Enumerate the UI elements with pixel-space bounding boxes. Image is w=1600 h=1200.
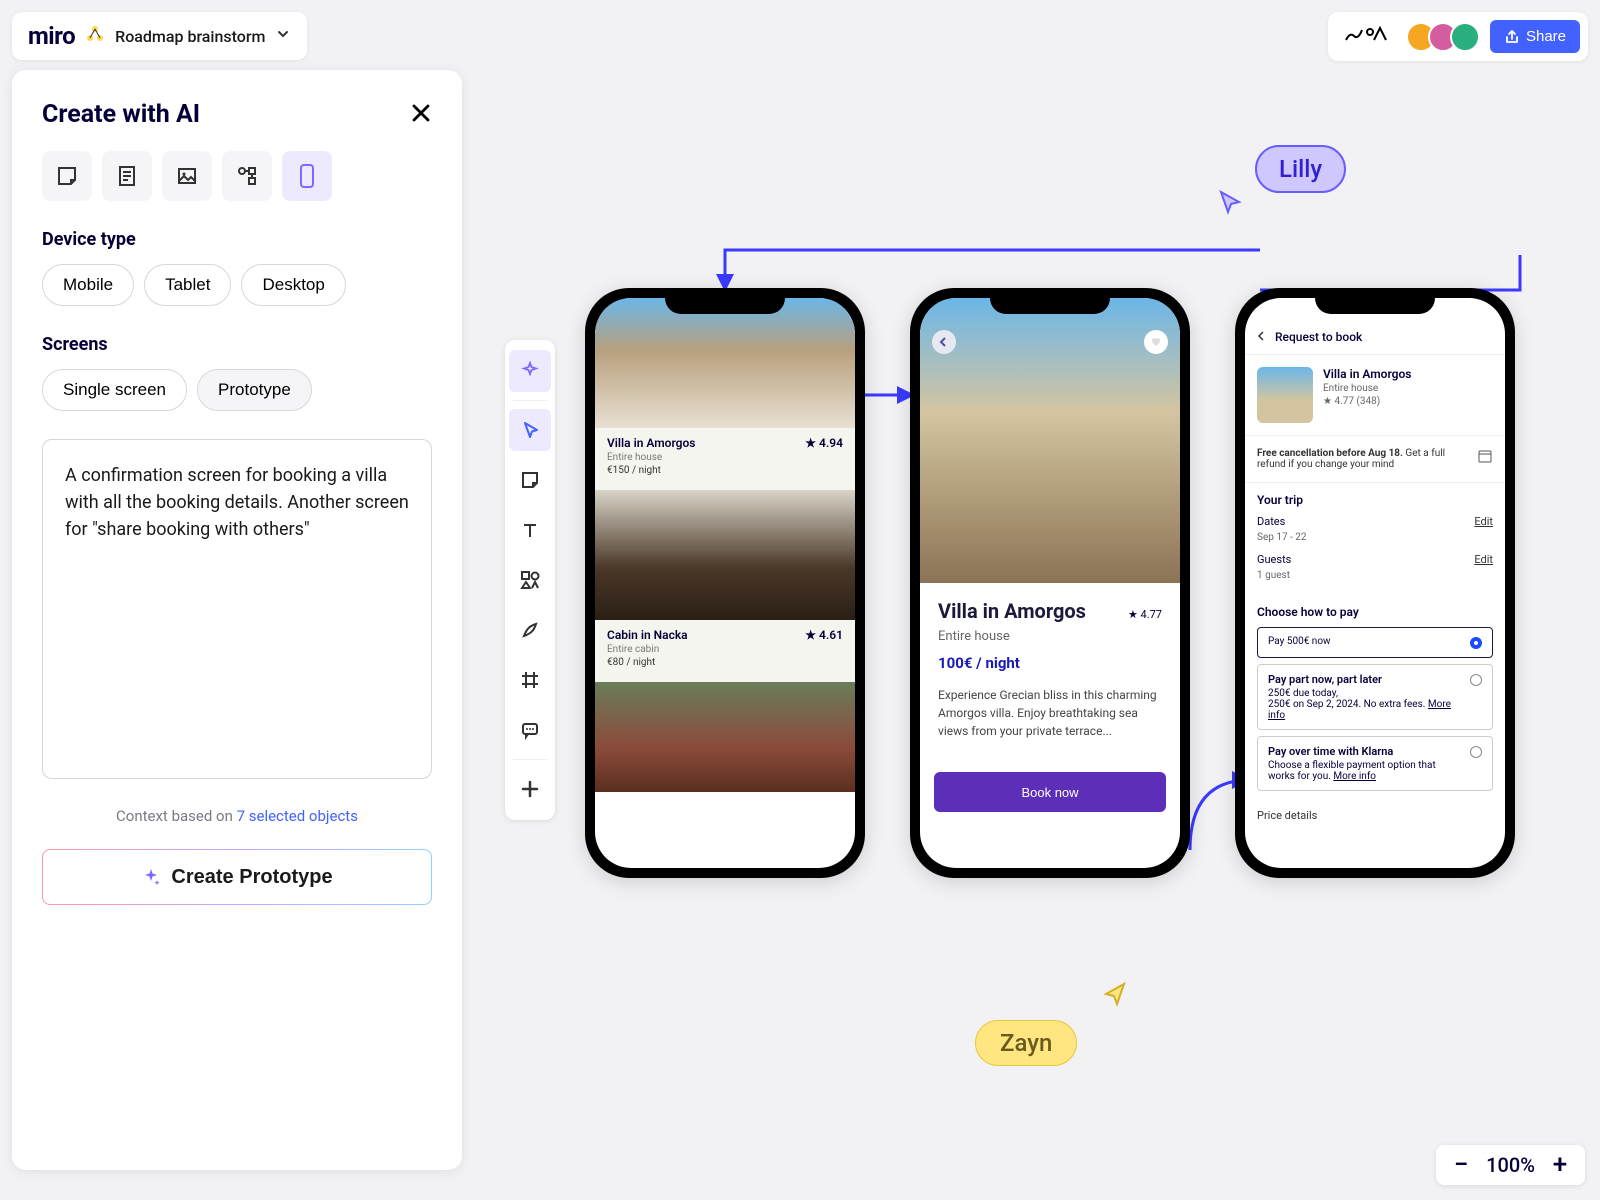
summary-rating: ★ 4.77 (348) [1323, 396, 1411, 407]
detail-hero-image [920, 298, 1180, 583]
avatar [1450, 22, 1480, 52]
share-label: Share [1526, 28, 1566, 45]
summary-subtitle: Entire house [1323, 383, 1411, 394]
miro-logo: miro [28, 22, 75, 50]
reactions-button[interactable] [1336, 18, 1396, 55]
pay-option-full[interactable]: Pay 500€ now [1257, 627, 1493, 658]
collaborator-tag-lilly: Lilly [1255, 145, 1346, 193]
canvas-toolbar [505, 340, 555, 820]
calendar-icon [1477, 448, 1493, 470]
back-icon[interactable] [932, 330, 956, 354]
diagram-tool[interactable] [222, 151, 272, 201]
shapes-tool[interactable] [509, 559, 551, 601]
board-title[interactable]: Roadmap brainstorm [115, 27, 265, 46]
sticky-note-tool[interactable] [42, 151, 92, 201]
pay-option-split[interactable]: Pay part now, part later250€ due today,2… [1257, 664, 1493, 730]
radio-icon [1470, 746, 1482, 758]
summary-title: Villa in Amorgos [1323, 367, 1411, 381]
radio-icon [1470, 637, 1482, 649]
listing-title: Cabin in Nacka [607, 628, 688, 642]
detail-title: Villa in Amorgos [938, 599, 1086, 623]
listing-image [595, 298, 855, 428]
image-tool[interactable] [162, 151, 212, 201]
zoom-out-button[interactable]: − [1450, 1155, 1472, 1175]
ai-panel: Create with AI Device type Mobile Tablet… [12, 70, 462, 1170]
text-tool[interactable] [509, 509, 551, 551]
document-tool[interactable] [102, 151, 152, 201]
prototype-tool[interactable] [282, 151, 332, 201]
listing-title: Villa in Amorgos [607, 436, 695, 450]
listing-subtitle: Entire house [607, 452, 843, 463]
device-mobile-pill[interactable]: Mobile [42, 264, 134, 306]
guests-value: 1 guest [1257, 570, 1493, 581]
header-right: Share [1328, 12, 1588, 61]
price-details-label: Price details [1245, 801, 1505, 822]
context-link[interactable]: 7 selected objects [237, 807, 358, 825]
summary-thumb [1257, 367, 1313, 423]
phone-frame-detail[interactable]: Villa in Amorgos ★ 4.77 Entire house 100… [910, 288, 1190, 878]
edit-guests-link[interactable]: Edit [1474, 553, 1493, 566]
select-tool[interactable] [509, 409, 551, 451]
listing-image [595, 490, 855, 620]
share-button[interactable]: Share [1490, 20, 1580, 53]
detail-rating: ★ 4.77 [1128, 608, 1162, 621]
zoom-level[interactable]: 100% [1486, 1153, 1535, 1177]
listing-rating: ★ 4.94 [805, 436, 843, 450]
panel-title: Create with AI [42, 100, 200, 129]
dates-label: Dates [1257, 515, 1285, 528]
choose-pay-label: Choose how to pay [1257, 605, 1493, 619]
context-text: Context based on 7 selected objects [42, 807, 432, 825]
dates-value: Sep 17 - 22 [1257, 532, 1493, 543]
create-prototype-label: Create Prototype [171, 866, 332, 889]
screens-prototype-pill[interactable]: Prototype [197, 369, 312, 411]
cursor-icon [1217, 188, 1247, 218]
collaborator-tag-zayn: Zayn [975, 1020, 1077, 1066]
chevron-left-icon[interactable] [1257, 330, 1267, 344]
screens-single-pill[interactable]: Single screen [42, 369, 187, 411]
board-org-icon [85, 24, 105, 48]
edit-dates-link[interactable]: Edit [1474, 515, 1493, 528]
listing-rating: ★ 4.61 [805, 628, 843, 642]
radio-icon [1470, 674, 1482, 686]
heart-icon[interactable] [1144, 330, 1168, 354]
screens-label: Screens [42, 334, 432, 355]
guests-label: Guests [1257, 553, 1291, 566]
presence-avatars[interactable] [1406, 22, 1480, 52]
book-now-button[interactable]: Book now [934, 772, 1166, 812]
listing-price: €80 / night [607, 657, 843, 668]
prompt-textarea[interactable]: A confirmation screen for booking a vill… [42, 439, 432, 779]
create-prototype-button[interactable]: Create Prototype [42, 849, 432, 905]
pen-tool[interactable] [509, 609, 551, 651]
comment-tool[interactable] [509, 709, 551, 751]
device-desktop-pill[interactable]: Desktop [241, 264, 345, 306]
detail-subtitle: Entire house [938, 629, 1162, 644]
detail-price: 100€ / night [938, 654, 1162, 672]
listing-image [595, 682, 855, 792]
your-trip-label: Your trip [1257, 493, 1493, 507]
phone-frame-listings[interactable]: Villa in Amorgos ★ 4.94 Entire house €150… [585, 288, 865, 878]
listing-subtitle: Entire cabin [607, 644, 843, 655]
sticky-tool[interactable] [509, 459, 551, 501]
ai-tool-row [42, 151, 432, 201]
board-header: miro Roadmap brainstorm [12, 12, 307, 60]
listing-price: €150 / night [607, 465, 843, 476]
zoom-in-button[interactable]: + [1549, 1155, 1571, 1175]
zoom-control: − 100% + [1436, 1145, 1585, 1185]
cursor-icon [1100, 980, 1130, 1010]
device-type-label: Device type [42, 229, 432, 250]
ai-sparkle-tool[interactable] [509, 350, 551, 392]
phone-frame-checkout[interactable]: Request to book Villa in Amorgos Entire … [1235, 288, 1515, 878]
frame-tool[interactable] [509, 659, 551, 701]
pay-option-klarna[interactable]: Pay over time with KlarnaChoose a flexib… [1257, 736, 1493, 791]
device-tablet-pill[interactable]: Tablet [144, 264, 231, 306]
add-tool[interactable] [509, 768, 551, 810]
detail-description: Experience Grecian bliss in this charmin… [938, 686, 1162, 740]
close-icon[interactable] [410, 102, 432, 128]
chevron-down-icon[interactable] [275, 26, 291, 46]
